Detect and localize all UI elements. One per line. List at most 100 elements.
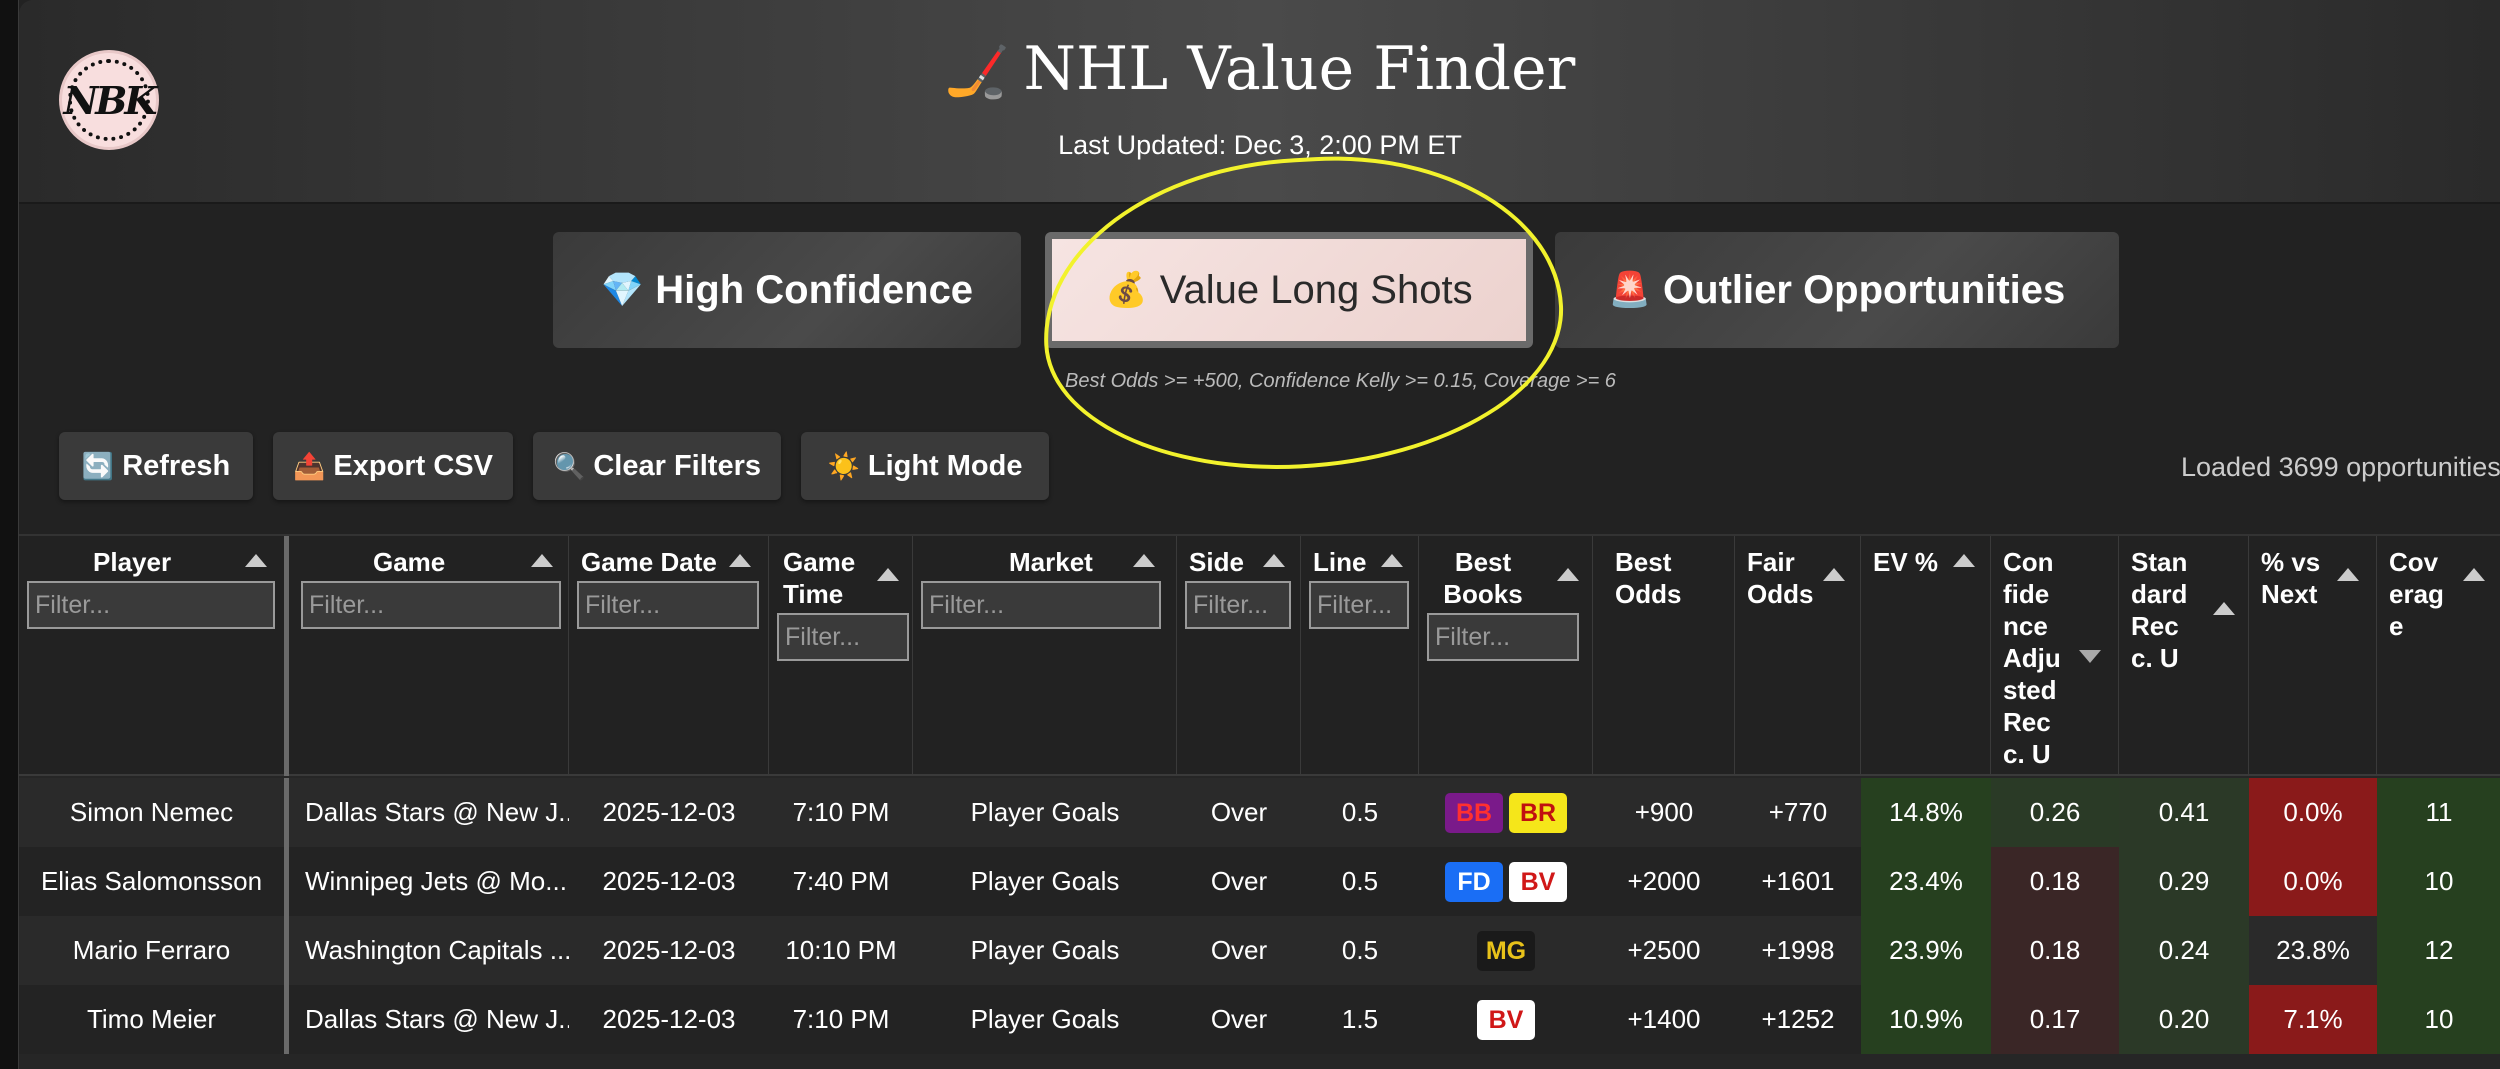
clear-filters-label: Clear Filters: [593, 449, 761, 482]
tab-outlier-opportunities[interactable]: 🚨 Outlier Opportunities: [1555, 232, 2119, 348]
cell-standard-recc: 0.24: [2119, 916, 2249, 985]
cell-side: Over: [1210, 1004, 1268, 1034]
cell-ev: 23.9%: [1861, 916, 1991, 985]
sort-asc-icon[interactable]: [531, 554, 553, 567]
export-label: Export CSV: [333, 449, 493, 482]
column-header-game[interactable]: Game: [293, 536, 569, 776]
sun-icon: ☀️: [827, 450, 860, 481]
column-header-standard-recc[interactable]: Standard Recc. U: [2119, 536, 2249, 776]
column-label: Game: [373, 547, 446, 577]
cell-line: 0.5: [1341, 797, 1379, 827]
cell-side: Over: [1210, 866, 1268, 896]
table-row[interactable]: Mario Ferraro Washington Capitals ... 2025…: [19, 916, 2500, 985]
column-label: % vs Next: [2261, 547, 2321, 609]
sort-desc-icon[interactable]: [2079, 650, 2101, 663]
filter-game-time-input[interactable]: [777, 613, 909, 661]
cell-fair-odds: +1998: [1761, 935, 1835, 965]
sort-asc-icon[interactable]: [2213, 602, 2235, 615]
cell-ev: 23.4%: [1861, 847, 1991, 916]
sort-asc-icon[interactable]: [245, 554, 267, 567]
sort-asc-icon[interactable]: [729, 554, 751, 567]
column-header-player[interactable]: Player: [19, 536, 289, 776]
sportsbook-badge: MG: [1477, 930, 1535, 971]
cell-game-time: 7:10 PM: [792, 797, 890, 827]
cell-game: Washington Capitals ...: [305, 935, 569, 965]
cell-confidence-adjusted: 0.26: [1991, 778, 2119, 847]
sort-asc-icon[interactable]: [1557, 568, 1579, 581]
tab-value-long-shots[interactable]: 💰 Value Long Shots: [1045, 232, 1533, 348]
sort-asc-icon[interactable]: [1953, 554, 1975, 567]
cell-side: Over: [1210, 935, 1268, 965]
sportsbook-badge: BR: [1509, 792, 1567, 833]
cell-fair-odds: +1252: [1761, 1004, 1835, 1034]
cell-game: Dallas Stars @ New J...: [305, 1004, 569, 1034]
light-mode-button[interactable]: ☀️ Light Mode: [801, 432, 1049, 500]
sort-asc-icon[interactable]: [1823, 568, 1845, 581]
export-csv-button[interactable]: 📤 Export CSV: [273, 432, 513, 500]
cell-game-date: 2025-12-03: [602, 797, 736, 827]
column-header-vs-next[interactable]: % vs Next: [2249, 536, 2377, 776]
light-mode-label: Light Mode: [867, 449, 1023, 482]
table-row[interactable]: Elias Salomonsson Winnipeg Jets @ Mo... 20…: [19, 847, 2500, 916]
filter-line-input[interactable]: [1309, 581, 1409, 629]
export-icon: 📤: [293, 450, 326, 481]
refresh-icon: 🔄: [81, 450, 115, 481]
cell-standard-recc: 0.29: [2119, 847, 2249, 916]
column-header-confidence-adjusted[interactable]: Confidence Adjusted Recc. U: [1991, 536, 2119, 776]
column-header-best-books[interactable]: Best Books: [1419, 536, 1593, 776]
sort-asc-icon[interactable]: [2463, 568, 2485, 581]
column-header-game-time[interactable]: Game Time: [769, 536, 913, 776]
cell-game-time: 10:10 PM: [785, 935, 897, 965]
column-header-best-odds[interactable]: Best Odds: [1593, 536, 1735, 776]
column-header-coverage[interactable]: Coverage: [2377, 536, 2500, 776]
cell-line: 0.5: [1341, 935, 1379, 965]
table-row[interactable]: Simon Nemec Dallas Stars @ New J... 2025-1…: [19, 778, 2500, 847]
cell-best-odds: +2500: [1627, 935, 1701, 965]
cell-market: Player Goals: [970, 797, 1120, 827]
table-row[interactable]: Timo Meier Dallas Stars @ New J... 2025-12…: [19, 985, 2500, 1054]
filter-game-input[interactable]: [301, 581, 561, 629]
cell-game-date: 2025-12-03: [602, 935, 736, 965]
clear-filters-button[interactable]: 🔍 Clear Filters: [533, 432, 781, 500]
cell-best-odds: +2000: [1627, 866, 1701, 896]
filter-best-books-input[interactable]: [1427, 613, 1579, 661]
filter-game-date-input[interactable]: [577, 581, 759, 629]
sort-asc-icon[interactable]: [1381, 554, 1403, 567]
last-updated-text: Last Updated: Dec 3, 2:00 PM ET: [1058, 130, 1462, 160]
tab-label: Outlier Opportunities: [1663, 267, 2066, 312]
column-label: Side: [1189, 547, 1244, 577]
column-header-market[interactable]: Market: [913, 536, 1177, 776]
cell-line: 1.5: [1341, 1004, 1379, 1034]
sort-asc-icon[interactable]: [1133, 554, 1155, 567]
column-header-fair-odds[interactable]: Fair Odds: [1735, 536, 1861, 776]
cell-fair-odds: +1601: [1761, 866, 1835, 896]
status-text: Loaded 3699 opportunities: [2181, 452, 2500, 482]
page-title: 🏒 NHL Value Finder: [19, 34, 2500, 104]
tab-label: High Confidence: [655, 267, 974, 312]
sort-asc-icon[interactable]: [2337, 568, 2359, 581]
column-header-ev[interactable]: EV %: [1861, 536, 1991, 776]
sort-asc-icon[interactable]: [877, 568, 899, 581]
column-header-side[interactable]: Side: [1177, 536, 1301, 776]
cell-player: Mario Ferraro: [19, 916, 289, 985]
cell-ev: 14.8%: [1861, 778, 1991, 847]
cell-fair-odds: +770: [1768, 797, 1828, 827]
cell-player: Simon Nemec: [19, 778, 289, 847]
filter-market-input[interactable]: [921, 581, 1161, 629]
filter-side-input[interactable]: [1185, 581, 1291, 629]
column-label: Market: [1009, 547, 1093, 577]
column-header-game-date[interactable]: Game Date: [569, 536, 769, 776]
cell-best-odds: +900: [1634, 797, 1694, 827]
column-label: Fair Odds: [1747, 547, 1814, 609]
cell-best-books: MG: [1419, 916, 1593, 985]
sportsbook-badge: BV: [1477, 999, 1535, 1040]
cell-game: Dallas Stars @ New J...: [305, 797, 569, 827]
app-window: NBK 🏒 NHL Value Finder Last Updated: Dec …: [18, 0, 2500, 1069]
tab-high-confidence[interactable]: 💎 High Confidence: [553, 232, 1021, 348]
sort-asc-icon[interactable]: [1263, 554, 1285, 567]
refresh-button[interactable]: 🔄 Refresh: [59, 432, 253, 500]
column-label: Standard Recc. U: [2131, 547, 2188, 673]
column-header-line[interactable]: Line: [1301, 536, 1419, 776]
filter-player-input[interactable]: [27, 581, 275, 629]
cell-best-books: BV: [1419, 985, 1593, 1054]
